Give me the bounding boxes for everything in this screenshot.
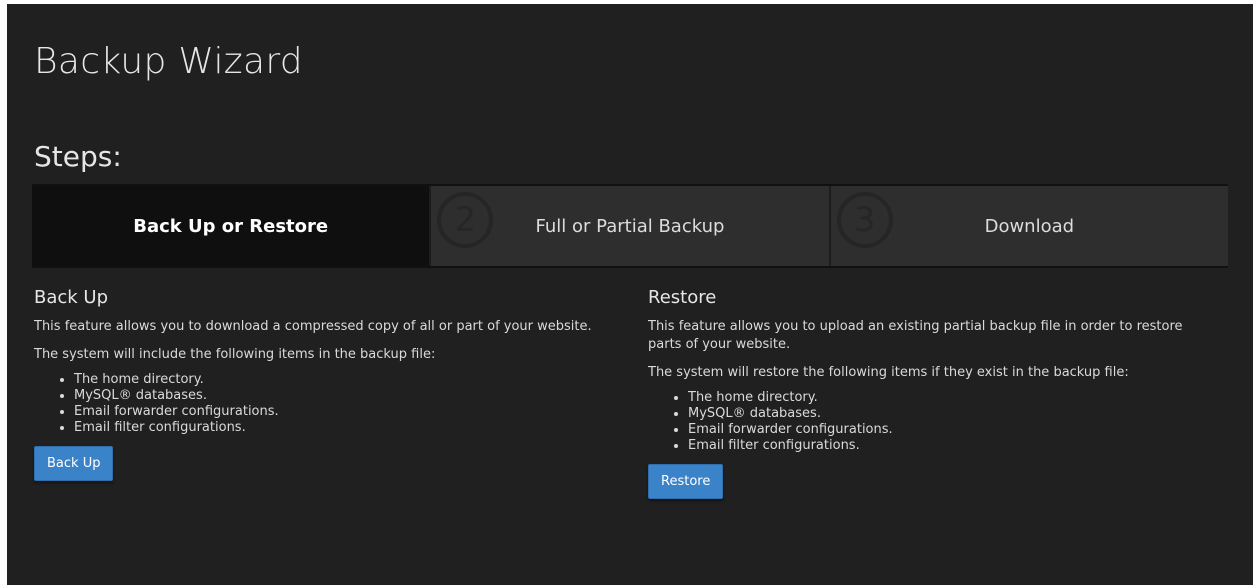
step-number-2-icon: 2 xyxy=(437,192,494,248)
list-item: Email forwarder configurations. xyxy=(74,404,604,420)
backup-intro: The system will include the following it… xyxy=(34,347,436,362)
list-item: The home directory. xyxy=(74,372,604,388)
backup-title: Back Up xyxy=(34,287,109,308)
steps-progress-bar: Back Up or Restore 2 Full or Partial Bac… xyxy=(32,184,1228,268)
step-label: Download xyxy=(984,215,1075,237)
backup-wizard-panel: Backup Wizard Steps: Back Up or Restore … xyxy=(7,4,1253,585)
restore-items-list: The home directory. MySQL® databases. Em… xyxy=(648,390,1218,454)
restore-intro: The system will restore the following it… xyxy=(648,365,1129,380)
restore-description: This feature allows you to upload an exi… xyxy=(648,319,1183,352)
restore-title: Restore xyxy=(648,287,717,308)
backup-items-list: The home directory. MySQL® databases. Em… xyxy=(34,372,604,436)
list-item: MySQL® databases. xyxy=(74,388,604,404)
steps-heading: Steps: xyxy=(34,140,122,173)
restore-button[interactable]: Restore xyxy=(648,464,724,499)
step-number-3-icon: 3 xyxy=(836,192,893,248)
back-up-button[interactable]: Back Up xyxy=(34,446,114,481)
backup-description: This feature allows you to download a co… xyxy=(34,319,592,334)
list-item: Email filter configurations. xyxy=(688,438,1218,454)
list-item: The home directory. xyxy=(688,390,1218,406)
list-item: Email forwarder configurations. xyxy=(688,422,1218,438)
restore-section: Restore This feature allows you to uploa… xyxy=(648,287,1218,499)
step-full-or-partial-backup[interactable]: 2 Full or Partial Backup xyxy=(429,186,829,266)
backup-section: Back Up This feature allows you to downl… xyxy=(34,287,604,481)
page-title: Backup Wizard xyxy=(34,41,303,82)
step-label: Full or Partial Backup xyxy=(535,215,725,237)
step-back-up-or-restore[interactable]: Back Up or Restore xyxy=(32,186,430,266)
list-item: Email filter configurations. xyxy=(74,420,604,436)
step-download[interactable]: 3 Download xyxy=(828,186,1228,266)
list-item: MySQL® databases. xyxy=(688,406,1218,422)
step-label: Back Up or Restore xyxy=(133,215,329,237)
